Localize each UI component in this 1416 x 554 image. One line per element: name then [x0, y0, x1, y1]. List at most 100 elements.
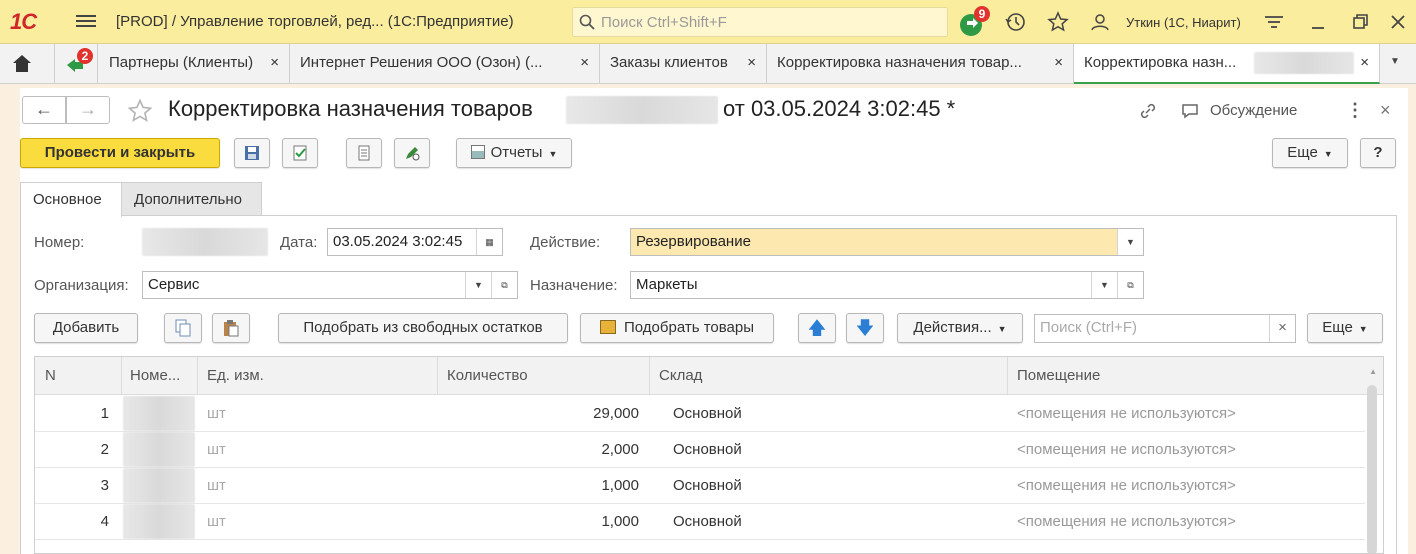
- redacted-area: [1254, 52, 1354, 74]
- history-icon[interactable]: [1004, 10, 1028, 34]
- column-separator: [649, 357, 650, 395]
- table-row[interactable]: 1 шт 29,000 Основной <помещения не испол…: [35, 396, 1365, 432]
- calendar-icon[interactable]: ▦: [476, 229, 502, 255]
- post-button[interactable]: [282, 138, 318, 168]
- column-header-quantity[interactable]: Количество: [447, 367, 528, 384]
- link-icon[interactable]: [1138, 101, 1158, 121]
- more-vertical-icon[interactable]: ⋮: [1346, 100, 1364, 121]
- tab-label: Корректировка назн...: [1084, 54, 1237, 71]
- chevron-down-icon[interactable]: ▼: [1117, 229, 1143, 255]
- table-scrollbar[interactable]: [1367, 385, 1377, 553]
- column-separator: [1007, 357, 1008, 395]
- table-search-input[interactable]: Поиск (Ctrl+F) ×: [1034, 314, 1296, 343]
- tab-additional[interactable]: Дополнительно: [121, 182, 262, 216]
- organization-field[interactable]: Сервис ▼ ⧉: [142, 271, 518, 299]
- clear-search-icon[interactable]: ×: [1269, 315, 1295, 342]
- copy-button[interactable]: [164, 313, 202, 343]
- date-field[interactable]: 03.05.2024 3:02:45 ▦: [327, 228, 503, 256]
- open-icon[interactable]: ⧉: [1117, 272, 1143, 298]
- edit-button[interactable]: [394, 138, 430, 168]
- minimize-icon[interactable]: [1306, 10, 1330, 34]
- tab-label: Заказы клиентов: [610, 54, 728, 71]
- tab-internet-solutions[interactable]: Интернет Решения ООО (Озон) (... ×: [290, 44, 600, 84]
- pick-goods-button[interactable]: Подобрать товары: [580, 313, 774, 343]
- reports-icon: [470, 145, 485, 159]
- goods-table[interactable]: N Номе... Ед. изм. Количество Склад Поме…: [34, 356, 1384, 554]
- main-menu-icon[interactable]: [76, 12, 96, 30]
- quantity-cell: 2,000: [601, 441, 639, 458]
- document-journal-button[interactable]: [346, 138, 382, 168]
- pick-free-stock-button[interactable]: Подобрать из свободных остатков: [278, 313, 568, 343]
- close-window-icon[interactable]: [1386, 10, 1410, 34]
- chevron-down-icon[interactable]: ▼: [465, 272, 491, 298]
- post-and-close-button[interactable]: Провести и закрыть: [20, 138, 220, 168]
- table-row[interactable]: 2 шт 2,000 Основной <помещения не исполь…: [35, 432, 1365, 468]
- action-select[interactable]: Резервирование ▼: [630, 228, 1144, 256]
- column-separator: [197, 357, 198, 395]
- action-value: Резервирование: [636, 233, 751, 250]
- table-header: N Номе... Ед. изм. Количество Склад Поме…: [35, 357, 1383, 395]
- user-name[interactable]: Уткин (1С, Ниарит): [1126, 15, 1241, 30]
- tab-label: Партнеры (Клиенты): [109, 54, 254, 71]
- column-header-n[interactable]: N: [45, 367, 56, 384]
- warehouse-cell: Основной: [673, 441, 742, 458]
- global-search-input[interactable]: Поиск Ctrl+Shift+F: [572, 7, 948, 37]
- move-down-button[interactable]: 🡇: [846, 313, 884, 343]
- notifications-button[interactable]: 9: [958, 6, 990, 38]
- unit-cell: шт: [207, 477, 226, 494]
- help-button[interactable]: ?: [1360, 138, 1396, 168]
- column-header-warehouse[interactable]: Склад: [659, 367, 702, 384]
- column-header-unit[interactable]: Ед. изм.: [207, 367, 264, 384]
- table-more-button[interactable]: Еще ▼: [1307, 313, 1383, 343]
- tab-label: Интернет Решения ООО (Озон) (...: [300, 54, 543, 71]
- tab-main[interactable]: Основное: [20, 182, 122, 217]
- close-tab-icon[interactable]: ×: [1360, 54, 1369, 71]
- save-button[interactable]: [234, 138, 270, 168]
- unit-cell: шт: [207, 441, 226, 458]
- table-row[interactable]: 3 шт 1,000 Основной <помещения не исполь…: [35, 468, 1365, 504]
- open-icon[interactable]: ⧉: [491, 272, 517, 298]
- reports-dropdown[interactable]: Отчеты ▼: [456, 138, 572, 168]
- tab-correction-1[interactable]: Корректировка назначения товар... ×: [767, 44, 1074, 84]
- discussion-icon[interactable]: [1180, 101, 1200, 121]
- move-up-button[interactable]: 🡅: [798, 313, 836, 343]
- app-logo[interactable]: 1С: [10, 9, 60, 34]
- actions-dropdown[interactable]: Действия... ▼: [897, 313, 1023, 343]
- purpose-label: Назначение:: [530, 277, 618, 294]
- alerts-button[interactable]: 2: [54, 44, 98, 84]
- redacted-cell: [123, 504, 195, 539]
- room-cell: <помещения не используются>: [1017, 405, 1236, 422]
- home-icon[interactable]: [10, 52, 34, 74]
- close-tab-icon[interactable]: ×: [580, 54, 589, 71]
- warehouse-cell: Основной: [673, 477, 742, 494]
- settings-menu-icon[interactable]: [1262, 10, 1286, 34]
- close-document-icon[interactable]: ×: [1380, 100, 1391, 121]
- favorites-star-icon[interactable]: [1046, 10, 1070, 34]
- more-button[interactable]: Еще ▼: [1272, 138, 1348, 168]
- column-header-room[interactable]: Помещение: [1017, 367, 1100, 384]
- purpose-field[interactable]: Маркеты ▼ ⧉: [630, 271, 1144, 299]
- scroll-up-icon[interactable]: ▲: [1369, 367, 1377, 376]
- maximize-icon[interactable]: [1348, 10, 1372, 34]
- table-row[interactable]: 4 шт 1,000 Основной <помещения не исполь…: [35, 504, 1365, 540]
- number-field[interactable]: [142, 228, 268, 256]
- tabs-overflow-icon[interactable]: ▼: [1390, 56, 1400, 67]
- warehouse-cell: Основной: [673, 513, 742, 530]
- pick-goods-label: Подобрать товары: [624, 319, 754, 336]
- close-tab-icon[interactable]: ×: [1054, 54, 1063, 71]
- tab-partners[interactable]: Партнеры (Клиенты) ×: [99, 44, 290, 84]
- quantity-cell: 29,000: [593, 405, 639, 422]
- chevron-down-icon[interactable]: ▼: [1091, 272, 1117, 298]
- paste-button[interactable]: [212, 313, 250, 343]
- close-tab-icon[interactable]: ×: [270, 54, 279, 71]
- back-button[interactable]: ←: [22, 96, 66, 124]
- pick-goods-icon: [600, 320, 616, 334]
- add-button[interactable]: Добавить: [34, 313, 138, 343]
- column-header-nomenclature[interactable]: Номе...: [130, 367, 180, 384]
- discussion-link[interactable]: Обсуждение: [1210, 102, 1297, 119]
- close-tab-icon[interactable]: ×: [747, 54, 756, 71]
- forward-button[interactable]: →: [66, 96, 110, 124]
- tab-customer-orders[interactable]: Заказы клиентов ×: [600, 44, 767, 84]
- user-icon[interactable]: [1088, 10, 1112, 34]
- favorite-star-icon[interactable]: [126, 97, 154, 125]
